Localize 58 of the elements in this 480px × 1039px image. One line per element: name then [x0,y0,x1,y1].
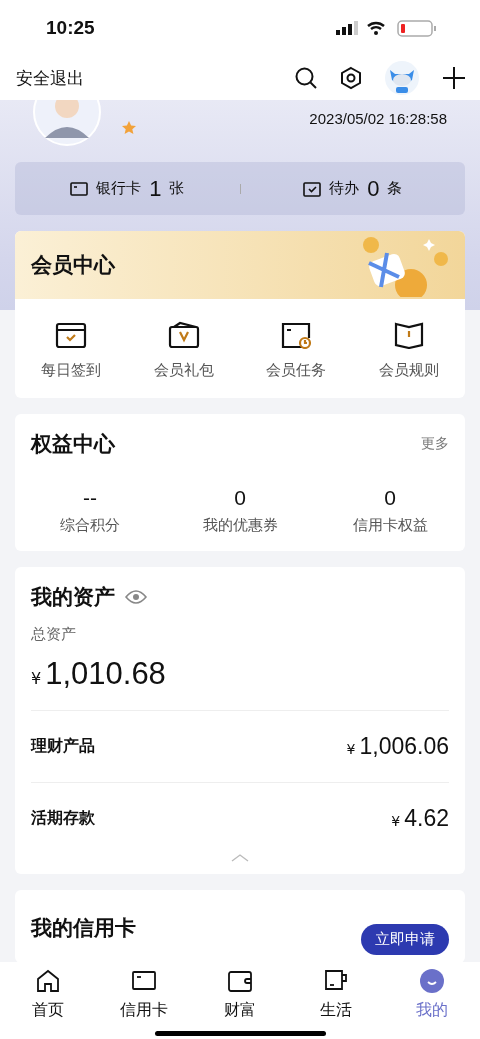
home-icon [35,968,61,994]
calendar-check-icon [303,180,322,197]
login-timestamp: 2023/05/02 16:28:58 [309,110,447,127]
tab-label: 我的 [416,1000,448,1021]
stat-value: 0 [384,486,396,510]
stat-label[interactable]: 我的优惠券 [202,516,278,535]
stat-value: -- [83,486,97,510]
member-item[interactable]: 会员规则 [378,361,439,380]
tab-label: 生活 [320,1000,352,1021]
section-title: 会员中心 [31,252,115,279]
tab[interactable]: 首页 [0,968,96,1039]
currency-sign: ¥ [346,741,356,757]
tab-label: 信用卡 [120,1000,168,1021]
member-item[interactable]: 每日签到 [41,361,102,380]
gift-bag-icon [167,321,200,349]
currency-sign: ¥ [391,813,401,829]
total-label: 总资产 [30,624,77,644]
summary-unit: 张 [169,179,185,198]
asset-amount: 1,006.06 [359,733,449,760]
tab-label: 首页 [32,1000,64,1021]
smiley-icon [419,968,445,994]
add-icon[interactable] [442,66,466,90]
asset-amount: 4.62 [404,805,449,832]
summary-count: 1 [149,175,162,202]
star-icon [121,120,137,136]
tab-label: 财富 [224,1000,256,1021]
asset-label[interactable]: 理财产品 [31,736,95,757]
section-title: 权益中心 [31,431,115,458]
total-amount: 1,010.68 [45,656,166,692]
search-icon[interactable] [294,66,318,90]
tab[interactable]: 生活 [288,968,384,1039]
more-link[interactable]: 更多 [421,435,449,453]
summary-label[interactable]: 银行卡 [96,179,142,198]
tab[interactable]: 财富 [192,968,288,1039]
card-icon [70,181,89,196]
member-item[interactable]: 会员任务 [266,361,327,380]
summary-unit: 条 [387,179,403,198]
task-clock-icon [280,321,313,349]
stat-label[interactable]: 综合积分 [60,516,120,535]
mascot-icon[interactable] [384,60,420,96]
apply-button[interactable]: 立即申请 [361,924,449,955]
status-time: 10:25 [46,17,95,39]
section-title: 我的信用卡 [31,915,136,942]
tab[interactable]: 我的 [384,968,480,1039]
settings-icon[interactable] [340,66,362,90]
stat-label[interactable]: 信用卡权益 [352,516,428,535]
asset-label[interactable]: 活期存款 [31,808,95,829]
summary-count: 0 [367,175,380,202]
stat-value: 0 [234,486,246,510]
section-title: 我的资产 [31,584,115,611]
currency-sign: ¥ [31,669,42,688]
calendar-check-icon [55,321,88,349]
member-item[interactable]: 会员礼包 [153,361,214,380]
tab[interactable]: 信用卡 [96,968,192,1039]
wallet-icon [227,968,253,994]
eye-icon[interactable] [125,589,147,605]
book-icon [392,321,425,349]
summary-label[interactable]: 待办 [329,179,360,198]
